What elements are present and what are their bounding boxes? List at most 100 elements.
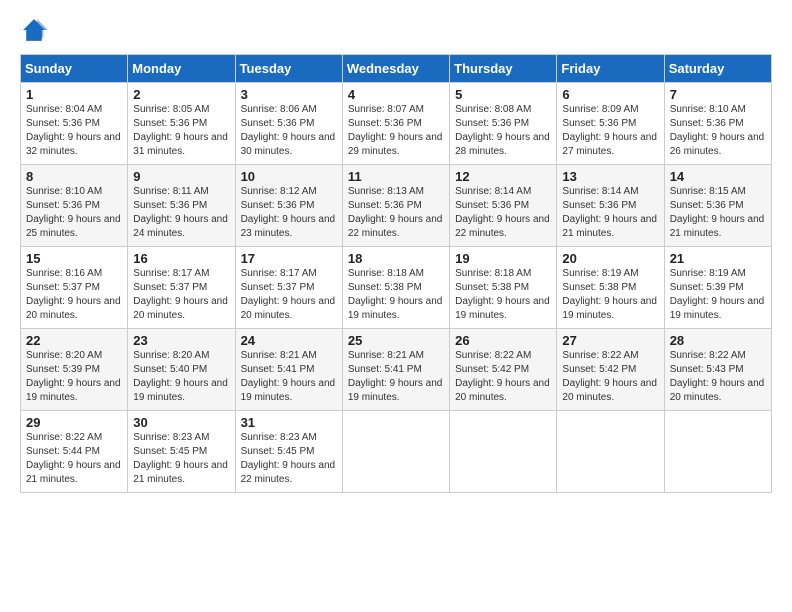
page: Sunday Monday Tuesday Wednesday Thursday… xyxy=(0,0,792,612)
calendar-cell: 12 Sunrise: 8:14 AMSunset: 5:36 PMDaylig… xyxy=(450,165,557,247)
day-info: Sunrise: 8:11 AMSunset: 5:36 PMDaylight:… xyxy=(133,186,228,239)
day-number: 30 xyxy=(133,415,229,430)
calendar-cell: 8 Sunrise: 8:10 AMSunset: 5:36 PMDayligh… xyxy=(21,165,128,247)
day-info: Sunrise: 8:20 AMSunset: 5:39 PMDaylight:… xyxy=(26,350,121,403)
day-number: 13 xyxy=(562,169,658,184)
day-info: Sunrise: 8:15 AMSunset: 5:36 PMDaylight:… xyxy=(670,186,765,239)
calendar-cell: 26 Sunrise: 8:22 AMSunset: 5:42 PMDaylig… xyxy=(450,329,557,411)
calendar-cell: 17 Sunrise: 8:17 AMSunset: 5:37 PMDaylig… xyxy=(235,247,342,329)
calendar-row: 15 Sunrise: 8:16 AMSunset: 5:37 PMDaylig… xyxy=(21,247,772,329)
day-number: 17 xyxy=(241,251,337,266)
day-number: 11 xyxy=(348,169,444,184)
day-number: 29 xyxy=(26,415,122,430)
col-thursday: Thursday xyxy=(450,55,557,83)
day-info: Sunrise: 8:22 AMSunset: 5:42 PMDaylight:… xyxy=(562,350,657,403)
day-info: Sunrise: 8:23 AMSunset: 5:45 PMDaylight:… xyxy=(241,432,336,485)
day-info: Sunrise: 8:08 AMSunset: 5:36 PMDaylight:… xyxy=(455,104,550,157)
day-info: Sunrise: 8:19 AMSunset: 5:38 PMDaylight:… xyxy=(562,268,657,321)
calendar-header-row: Sunday Monday Tuesday Wednesday Thursday… xyxy=(21,55,772,83)
day-info: Sunrise: 8:06 AMSunset: 5:36 PMDaylight:… xyxy=(241,104,336,157)
day-info: Sunrise: 8:23 AMSunset: 5:45 PMDaylight:… xyxy=(133,432,228,485)
calendar-cell: 1 Sunrise: 8:04 AMSunset: 5:36 PMDayligh… xyxy=(21,83,128,165)
day-number: 5 xyxy=(455,87,551,102)
day-number: 3 xyxy=(241,87,337,102)
day-number: 10 xyxy=(241,169,337,184)
day-number: 14 xyxy=(670,169,766,184)
day-info: Sunrise: 8:04 AMSunset: 5:36 PMDaylight:… xyxy=(26,104,121,157)
col-sunday: Sunday xyxy=(21,55,128,83)
day-number: 18 xyxy=(348,251,444,266)
col-friday: Friday xyxy=(557,55,664,83)
day-info: Sunrise: 8:20 AMSunset: 5:40 PMDaylight:… xyxy=(133,350,228,403)
calendar-row: 29 Sunrise: 8:22 AMSunset: 5:44 PMDaylig… xyxy=(21,411,772,493)
calendar-row: 22 Sunrise: 8:20 AMSunset: 5:39 PMDaylig… xyxy=(21,329,772,411)
day-info: Sunrise: 8:16 AMSunset: 5:37 PMDaylight:… xyxy=(26,268,121,321)
calendar-cell: 10 Sunrise: 8:12 AMSunset: 5:36 PMDaylig… xyxy=(235,165,342,247)
calendar-cell: 22 Sunrise: 8:20 AMSunset: 5:39 PMDaylig… xyxy=(21,329,128,411)
day-number: 4 xyxy=(348,87,444,102)
day-info: Sunrise: 8:10 AMSunset: 5:36 PMDaylight:… xyxy=(670,104,765,157)
calendar-cell: 25 Sunrise: 8:21 AMSunset: 5:41 PMDaylig… xyxy=(342,329,449,411)
header xyxy=(20,16,772,44)
calendar-cell: 7 Sunrise: 8:10 AMSunset: 5:36 PMDayligh… xyxy=(664,83,771,165)
day-info: Sunrise: 8:18 AMSunset: 5:38 PMDaylight:… xyxy=(455,268,550,321)
calendar-cell: 21 Sunrise: 8:19 AMSunset: 5:39 PMDaylig… xyxy=(664,247,771,329)
calendar-cell xyxy=(450,411,557,493)
calendar-cell xyxy=(342,411,449,493)
calendar-table: Sunday Monday Tuesday Wednesday Thursday… xyxy=(20,54,772,493)
day-number: 27 xyxy=(562,333,658,348)
calendar-cell: 20 Sunrise: 8:19 AMSunset: 5:38 PMDaylig… xyxy=(557,247,664,329)
calendar-cell: 19 Sunrise: 8:18 AMSunset: 5:38 PMDaylig… xyxy=(450,247,557,329)
day-info: Sunrise: 8:21 AMSunset: 5:41 PMDaylight:… xyxy=(241,350,336,403)
day-info: Sunrise: 8:22 AMSunset: 5:43 PMDaylight:… xyxy=(670,350,765,403)
calendar-cell: 4 Sunrise: 8:07 AMSunset: 5:36 PMDayligh… xyxy=(342,83,449,165)
calendar-cell: 15 Sunrise: 8:16 AMSunset: 5:37 PMDaylig… xyxy=(21,247,128,329)
calendar-cell: 27 Sunrise: 8:22 AMSunset: 5:42 PMDaylig… xyxy=(557,329,664,411)
day-number: 19 xyxy=(455,251,551,266)
calendar-cell: 18 Sunrise: 8:18 AMSunset: 5:38 PMDaylig… xyxy=(342,247,449,329)
day-number: 26 xyxy=(455,333,551,348)
calendar-cell: 14 Sunrise: 8:15 AMSunset: 5:36 PMDaylig… xyxy=(664,165,771,247)
col-monday: Monday xyxy=(128,55,235,83)
calendar-cell: 11 Sunrise: 8:13 AMSunset: 5:36 PMDaylig… xyxy=(342,165,449,247)
day-info: Sunrise: 8:09 AMSunset: 5:36 PMDaylight:… xyxy=(562,104,657,157)
day-info: Sunrise: 8:12 AMSunset: 5:36 PMDaylight:… xyxy=(241,186,336,239)
calendar-cell: 28 Sunrise: 8:22 AMSunset: 5:43 PMDaylig… xyxy=(664,329,771,411)
day-info: Sunrise: 8:22 AMSunset: 5:42 PMDaylight:… xyxy=(455,350,550,403)
day-info: Sunrise: 8:22 AMSunset: 5:44 PMDaylight:… xyxy=(26,432,121,485)
day-number: 9 xyxy=(133,169,229,184)
calendar-cell: 3 Sunrise: 8:06 AMSunset: 5:36 PMDayligh… xyxy=(235,83,342,165)
calendar-cell: 23 Sunrise: 8:20 AMSunset: 5:40 PMDaylig… xyxy=(128,329,235,411)
day-number: 24 xyxy=(241,333,337,348)
day-info: Sunrise: 8:14 AMSunset: 5:36 PMDaylight:… xyxy=(562,186,657,239)
calendar-cell: 5 Sunrise: 8:08 AMSunset: 5:36 PMDayligh… xyxy=(450,83,557,165)
day-number: 22 xyxy=(26,333,122,348)
calendar-cell: 9 Sunrise: 8:11 AMSunset: 5:36 PMDayligh… xyxy=(128,165,235,247)
calendar-cell: 16 Sunrise: 8:17 AMSunset: 5:37 PMDaylig… xyxy=(128,247,235,329)
calendar-cell: 13 Sunrise: 8:14 AMSunset: 5:36 PMDaylig… xyxy=(557,165,664,247)
day-number: 15 xyxy=(26,251,122,266)
calendar-cell: 2 Sunrise: 8:05 AMSunset: 5:36 PMDayligh… xyxy=(128,83,235,165)
day-info: Sunrise: 8:14 AMSunset: 5:36 PMDaylight:… xyxy=(455,186,550,239)
day-number: 8 xyxy=(26,169,122,184)
day-number: 31 xyxy=(241,415,337,430)
day-number: 6 xyxy=(562,87,658,102)
calendar-cell: 31 Sunrise: 8:23 AMSunset: 5:45 PMDaylig… xyxy=(235,411,342,493)
calendar-cell: 24 Sunrise: 8:21 AMSunset: 5:41 PMDaylig… xyxy=(235,329,342,411)
day-info: Sunrise: 8:17 AMSunset: 5:37 PMDaylight:… xyxy=(241,268,336,321)
day-number: 23 xyxy=(133,333,229,348)
day-number: 12 xyxy=(455,169,551,184)
day-info: Sunrise: 8:10 AMSunset: 5:36 PMDaylight:… xyxy=(26,186,121,239)
day-info: Sunrise: 8:05 AMSunset: 5:36 PMDaylight:… xyxy=(133,104,228,157)
col-tuesday: Tuesday xyxy=(235,55,342,83)
day-number: 21 xyxy=(670,251,766,266)
col-saturday: Saturday xyxy=(664,55,771,83)
day-number: 1 xyxy=(26,87,122,102)
calendar-row: 8 Sunrise: 8:10 AMSunset: 5:36 PMDayligh… xyxy=(21,165,772,247)
calendar-cell xyxy=(664,411,771,493)
calendar-row: 1 Sunrise: 8:04 AMSunset: 5:36 PMDayligh… xyxy=(21,83,772,165)
day-number: 16 xyxy=(133,251,229,266)
day-number: 2 xyxy=(133,87,229,102)
calendar-cell: 29 Sunrise: 8:22 AMSunset: 5:44 PMDaylig… xyxy=(21,411,128,493)
logo xyxy=(20,16,52,44)
